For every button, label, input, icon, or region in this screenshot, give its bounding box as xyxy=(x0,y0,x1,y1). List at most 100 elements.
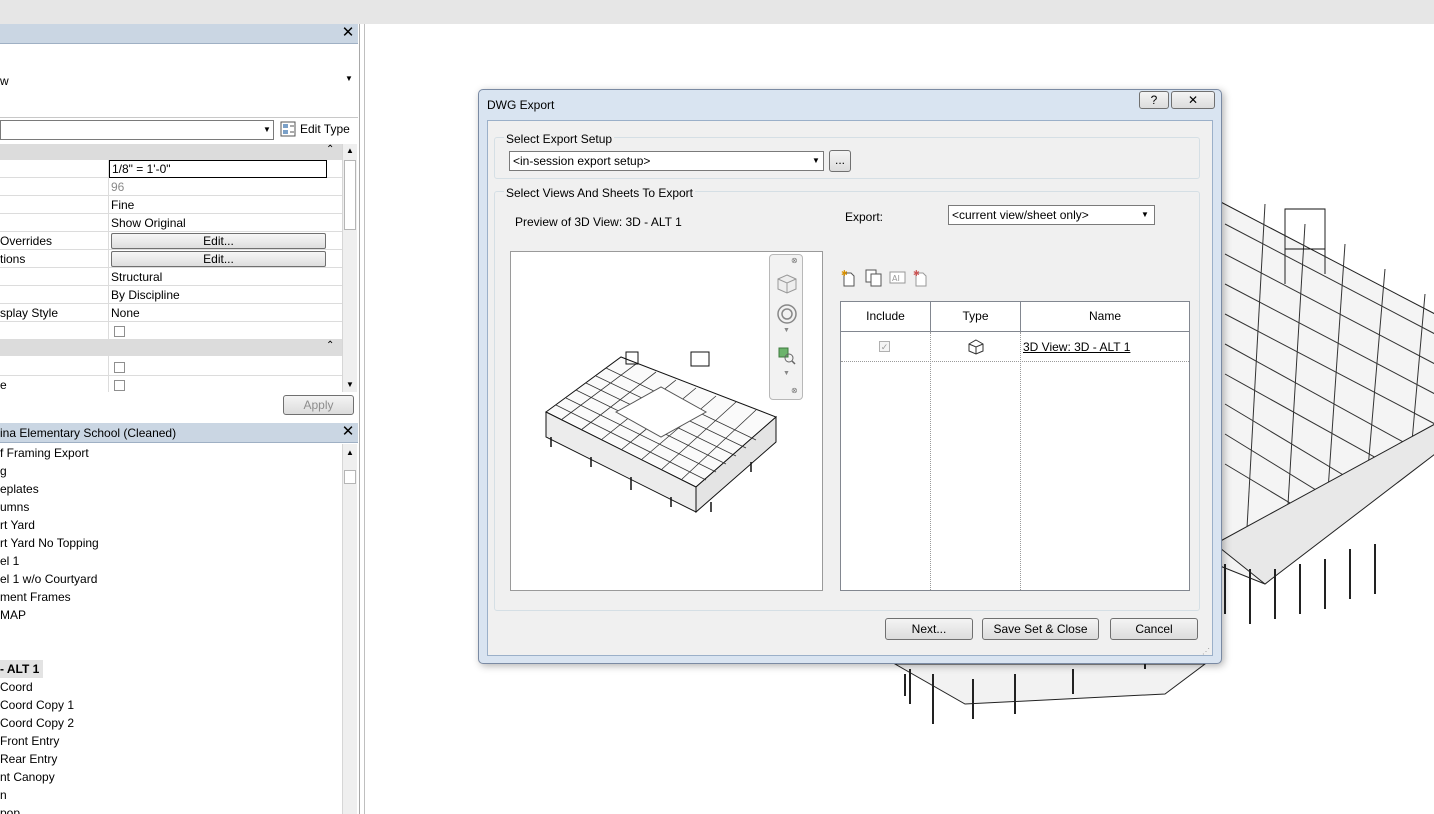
save-set-close-button[interactable]: Save Set & Close xyxy=(982,618,1099,640)
views-grid: Include Type Name ✓ 3D View: 3D - ALT 1 xyxy=(840,301,1190,591)
tree-item[interactable]: Coord xyxy=(0,678,33,696)
tree-item[interactable]: nt Canopy xyxy=(0,768,55,786)
property-checkbox[interactable] xyxy=(114,362,125,373)
tree-item-active[interactable]: - ALT 1 xyxy=(0,660,44,678)
type-selector[interactable]: w ▼ xyxy=(0,44,358,118)
3d-view-icon xyxy=(968,339,984,355)
close-icon[interactable]: ✕ xyxy=(340,24,356,42)
property-checkbox[interactable] xyxy=(114,326,125,337)
table-row[interactable]: ✓ 3D View: 3D - ALT 1 xyxy=(841,332,1189,362)
scroll-down-icon[interactable]: ▼ xyxy=(346,380,354,389)
scale-value: 96 xyxy=(111,180,125,194)
collapse-icon[interactable]: ⌃ xyxy=(326,144,334,155)
column-header-name[interactable]: Name xyxy=(1021,302,1189,332)
tree-item[interactable]: umns xyxy=(0,498,29,516)
view-name[interactable]: 3D View: 3D - ALT 1 xyxy=(1023,340,1130,354)
close-icon[interactable]: ⊗ xyxy=(791,256,798,265)
zoom-icon[interactable] xyxy=(778,347,796,365)
type-column xyxy=(931,332,1021,590)
overrides-edit-button[interactable]: Edit... xyxy=(111,233,326,249)
scroll-thumb[interactable] xyxy=(344,160,356,230)
properties-grid: ⌃ 1/8" = 1'-0" 96 Fine Show Original Ove… xyxy=(0,144,342,392)
tree-item[interactable]: ment Frames xyxy=(0,588,71,606)
property-row: Fine xyxy=(0,196,342,214)
steering-wheel-icon[interactable] xyxy=(776,303,798,325)
tree-item[interactable]: n xyxy=(0,786,7,804)
tree-item[interactable]: f Framing Export xyxy=(0,444,89,462)
views-sheets-group-title: Select Views And Sheets To Export xyxy=(504,186,696,200)
tree-item[interactable]: pop xyxy=(0,804,20,814)
chevron-down-icon[interactable]: ▼ xyxy=(783,370,790,377)
parts-visibility-value[interactable]: Show Original xyxy=(109,214,329,232)
grid-divider xyxy=(108,160,109,392)
export-setup-group-title: Select Export Setup xyxy=(504,132,615,146)
next-button[interactable]: Next... xyxy=(885,618,973,640)
property-row: splay Style None xyxy=(0,304,342,322)
property-checkbox[interactable] xyxy=(114,380,125,391)
export-range-dropdown[interactable]: <current view/sheet only> ▼ xyxy=(948,205,1155,225)
property-row xyxy=(0,322,342,340)
browser-scrollbar[interactable]: ▲ xyxy=(342,444,357,814)
scroll-up-icon[interactable]: ▲ xyxy=(346,448,354,457)
rename-set-icon[interactable]: AI xyxy=(889,269,907,287)
tree-item[interactable]: el 1 w/o Courtyard xyxy=(0,570,97,588)
modify-setup-button[interactable]: ... xyxy=(829,150,851,172)
property-row: Structural xyxy=(0,268,342,286)
chevron-down-icon: ▼ xyxy=(263,125,271,134)
tree-item[interactable]: Coord Copy 1 xyxy=(0,696,74,714)
help-button[interactable]: ? xyxy=(1139,91,1169,109)
column-header-include[interactable]: Include xyxy=(841,302,931,332)
tree-item[interactable]: rt Yard No Topping xyxy=(0,534,99,552)
ribbon-strip xyxy=(0,0,1434,24)
property-row: 1/8" = 1'-0" xyxy=(0,160,342,178)
viewcube-icon[interactable] xyxy=(776,273,798,295)
new-set-icon[interactable]: ✱ xyxy=(841,269,857,287)
scroll-up-icon[interactable]: ▲ xyxy=(346,146,354,155)
svg-text:✱: ✱ xyxy=(841,269,848,278)
list-toolbar: ✱ AI ✱ xyxy=(841,269,937,289)
options-edit-button[interactable]: Edit... xyxy=(111,251,326,267)
dialog-title: DWG Export xyxy=(487,98,555,112)
chevron-down-icon[interactable]: ▼ xyxy=(345,74,353,83)
options-icon[interactable]: ⊗ xyxy=(791,386,798,395)
close-icon[interactable]: ✕ xyxy=(340,423,356,441)
chevron-down-icon[interactable]: ▼ xyxy=(783,327,790,334)
export-setup-dropdown[interactable]: <in-session export setup> ▼ xyxy=(509,151,824,171)
property-label: tions xyxy=(0,252,26,266)
show-hidden-lines-value[interactable]: By Discipline xyxy=(109,286,329,304)
tree-item[interactable]: g xyxy=(0,462,7,480)
group-header-graphics[interactable]: ⌃ xyxy=(0,144,342,160)
tree-item[interactable]: rt Yard xyxy=(0,516,35,534)
project-browser-header: ina Elementary School (Cleaned) ✕ xyxy=(0,423,358,443)
tree-item[interactable]: el 1 xyxy=(0,552,19,570)
include-checkbox[interactable]: ✓ xyxy=(879,341,890,352)
view-scale-input[interactable]: 1/8" = 1'-0" xyxy=(109,160,327,178)
discipline-value[interactable]: Structural xyxy=(109,268,329,286)
duplicate-set-icon[interactable] xyxy=(865,269,883,287)
preview-pane[interactable]: ⊗ ▼ ▼ ⊗ xyxy=(510,251,823,591)
property-row: 96 xyxy=(0,178,342,196)
detail-level-value[interactable]: Fine xyxy=(109,196,329,214)
cancel-button[interactable]: Cancel xyxy=(1110,618,1198,640)
instance-filter-dropdown[interactable]: ▼ xyxy=(0,120,274,140)
tree-item[interactable]: MAP xyxy=(0,606,26,624)
collapse-icon[interactable]: ⌃ xyxy=(326,340,334,351)
edit-type-icon xyxy=(280,121,296,137)
tree-item[interactable]: eplates xyxy=(0,480,39,498)
tree-item[interactable]: Rear Entry xyxy=(0,750,57,768)
chevron-down-icon: ▼ xyxy=(812,156,820,165)
scroll-thumb[interactable] xyxy=(344,470,356,484)
delete-set-icon[interactable]: ✱ xyxy=(913,269,931,287)
apply-button[interactable]: Apply xyxy=(283,395,354,415)
column-header-type[interactable]: Type xyxy=(931,302,1021,332)
tree-item[interactable]: Front Entry xyxy=(0,732,59,750)
display-style-value[interactable]: None xyxy=(109,304,329,322)
properties-scrollbar[interactable]: ▲ ▼ xyxy=(342,144,357,392)
tree-item[interactable]: Coord Copy 2 xyxy=(0,714,74,732)
export-range-value: <current view/sheet only> xyxy=(952,208,1089,222)
edit-type-button[interactable]: Edit Type xyxy=(279,119,357,141)
group-header-extents[interactable]: ⌃ xyxy=(0,340,342,356)
close-button[interactable]: ✕ xyxy=(1171,91,1215,109)
project-browser-title: ina Elementary School (Cleaned) xyxy=(0,426,177,440)
resize-grip-icon[interactable]: ⋰ xyxy=(1202,647,1210,656)
